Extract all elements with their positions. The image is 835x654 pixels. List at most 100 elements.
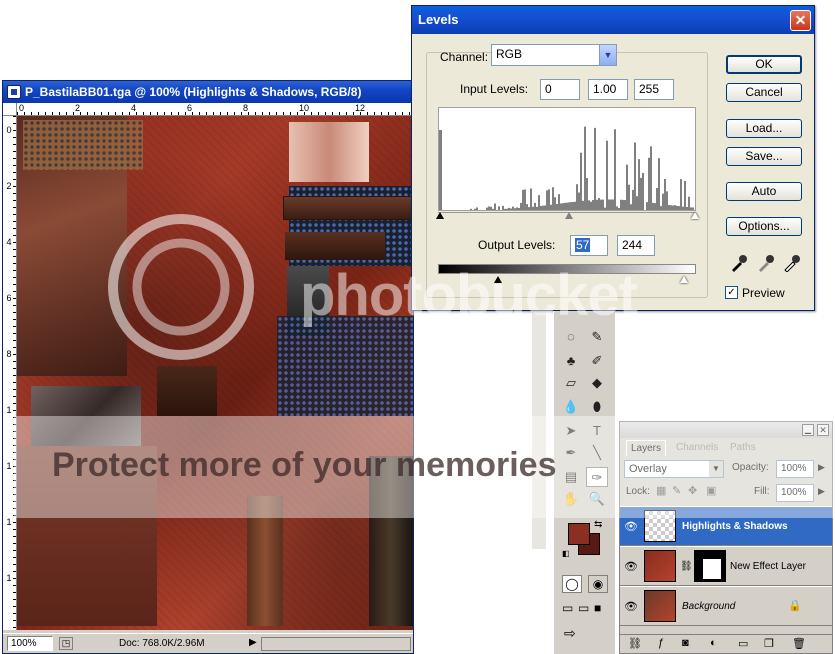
stamp-tool-icon[interactable]: ♣: [560, 351, 582, 371]
lasso-tool-icon[interactable]: ◌: [560, 327, 582, 347]
lock-all-icon[interactable]: ▣: [706, 484, 716, 497]
black-eyedropper-icon[interactable]: [730, 254, 748, 272]
eraser-tool-icon[interactable]: ▱: [560, 373, 582, 393]
chevron-down-icon[interactable]: ▼: [709, 461, 723, 477]
layer-mask-thumbnail[interactable]: [694, 550, 726, 582]
channel-select[interactable]: RGB ▼: [491, 44, 617, 66]
status-arrow-icon[interactable]: ▶: [249, 637, 257, 648]
visibility-eye-icon[interactable]: 👁: [624, 560, 638, 573]
zoom-tool-icon[interactable]: 🔍: [586, 489, 608, 509]
layers-palette-header[interactable]: ▁ ✕: [620, 422, 832, 438]
ruler-vertical[interactable]: 0 2 4 6 8 1 1 1 1: [3, 116, 17, 630]
layer-thumbnail: [644, 550, 676, 582]
input-black-field[interactable]: 0: [540, 79, 580, 100]
blend-mode-select[interactable]: Overlay ▼: [624, 460, 724, 478]
foreground-color-swatch[interactable]: [568, 523, 590, 545]
chain-link-icon[interactable]: ⛓: [680, 561, 693, 572]
lock-position-icon[interactable]: ✥: [688, 484, 697, 497]
gray-eyedropper-icon[interactable]: [757, 254, 775, 272]
screen-mode-menubar-icon[interactable]: ▭: [578, 601, 589, 615]
minimize-icon[interactable]: ▁: [802, 424, 814, 436]
ruler-horizontal[interactable]: 0 2 4 6 8 10 12: [17, 103, 413, 116]
output-white-field[interactable]: 244: [617, 235, 655, 256]
auto-button[interactable]: Auto: [726, 182, 802, 201]
new-layer-icon[interactable]: ❐: [764, 637, 774, 650]
document-title-bar[interactable]: P_BastilaBB01.tga @ 100% (Highlights & S…: [3, 81, 413, 103]
notes-tool-icon[interactable]: ▤: [560, 467, 582, 487]
ruler-tick-label: 1: [6, 405, 12, 415]
screen-mode-full-icon[interactable]: ■: [594, 601, 601, 615]
input-black-slider[interactable]: [436, 212, 444, 219]
layer-row[interactable]: 👁 Background 🔒: [620, 586, 832, 626]
visibility-eye-icon[interactable]: 👁: [624, 600, 638, 613]
zoom-field[interactable]: 100%: [7, 636, 53, 651]
opacity-arrow-icon[interactable]: ▶: [818, 462, 825, 473]
link-layers-icon[interactable]: ⛓: [628, 637, 642, 650]
output-white-slider[interactable]: [680, 276, 688, 283]
standard-mode-icon[interactable]: ◯: [562, 575, 582, 593]
input-gamma-slider[interactable]: [565, 212, 573, 219]
new-group-icon[interactable]: ▭: [738, 637, 748, 650]
tab-layers[interactable]: Layers: [626, 440, 667, 456]
close-button[interactable]: ✕: [790, 10, 811, 31]
status-menu-icon[interactable]: ◳: [59, 637, 73, 650]
white-eyedropper-icon[interactable]: [783, 254, 801, 272]
save-button[interactable]: Save...: [726, 147, 802, 166]
horizontal-scrollbar[interactable]: [261, 637, 411, 651]
ruler-origin[interactable]: [3, 103, 17, 116]
cancel-button[interactable]: Cancel: [726, 83, 802, 102]
visibility-eye-icon[interactable]: 👁: [624, 520, 638, 533]
history-brush-icon[interactable]: ✐: [586, 351, 608, 371]
type-tool-icon[interactable]: T: [586, 421, 608, 441]
options-button[interactable]: Options...: [726, 217, 802, 236]
add-mask-icon[interactable]: ◙: [682, 637, 689, 649]
ruler-tick-label: 0: [19, 103, 25, 113]
bucket-tool-icon[interactable]: ◆: [586, 373, 608, 393]
fill-label: Fill:: [754, 486, 770, 497]
eyedropper-tool-icon[interactable]: ✑: [586, 467, 608, 487]
output-black-field[interactable]: 57: [570, 235, 608, 256]
chevron-down-icon[interactable]: ▼: [599, 45, 616, 65]
ruler-tick-label: 8: [243, 103, 249, 113]
levels-title: Levels: [418, 12, 459, 27]
tab-paths[interactable]: Paths: [726, 440, 760, 456]
layer-row[interactable]: 👁 Highlights & Shadows: [620, 506, 832, 546]
line-tool-icon[interactable]: ╲: [586, 443, 608, 463]
texture-region: [17, 446, 157, 626]
trash-icon[interactable]: 🗑: [792, 637, 806, 650]
image-canvas[interactable]: [17, 116, 413, 630]
input-gamma-field[interactable]: 1.00: [588, 79, 628, 100]
levels-title-bar[interactable]: Levels: [412, 6, 814, 34]
layer-thumbnail: [644, 590, 676, 622]
default-colors-icon[interactable]: ◧: [562, 549, 570, 558]
screen-mode-standard-icon[interactable]: ▭: [562, 601, 573, 615]
preview-checkbox[interactable]: ✓: [725, 286, 738, 299]
lock-transparency-icon[interactable]: ▦: [656, 484, 666, 497]
path-select-icon[interactable]: ➤: [560, 421, 582, 441]
adjustment-layer-icon[interactable]: ◐: [710, 637, 717, 649]
dodge-tool-icon[interactable]: ⬮: [586, 397, 608, 417]
tab-channels[interactable]: Channels: [672, 440, 722, 456]
quick-mask-icon[interactable]: ◉: [588, 575, 608, 593]
input-white-field[interactable]: 255: [634, 79, 674, 100]
ok-button[interactable]: OK: [726, 55, 802, 74]
load-button[interactable]: Load...: [726, 119, 802, 138]
jump-to-imageready-icon[interactable]: ⇨: [564, 625, 576, 642]
opacity-field[interactable]: 100%: [776, 460, 814, 478]
hand-tool-icon[interactable]: ✋: [560, 489, 582, 509]
swap-colors-icon[interactable]: ⇆: [594, 519, 602, 530]
lock-pixels-icon[interactable]: ✎: [672, 484, 681, 497]
blur-tool-icon[interactable]: 💧: [560, 397, 582, 417]
document-window[interactable]: P_BastilaBB01.tga @ 100% (Highlights & S…: [2, 80, 414, 654]
output-black-slider[interactable]: [494, 276, 502, 283]
close-icon[interactable]: ✕: [817, 424, 829, 436]
pen-tool-icon[interactable]: ✒: [560, 443, 582, 463]
layer-style-icon[interactable]: ƒ: [658, 637, 664, 649]
fill-arrow-icon[interactable]: ▶: [818, 486, 825, 497]
brush-tool-icon[interactable]: ✎: [586, 327, 608, 347]
channel-value: RGB: [496, 47, 523, 61]
lock-icon: 🔒: [788, 600, 802, 612]
fill-field[interactable]: 100%: [776, 484, 814, 502]
layer-row[interactable]: 👁 ⛓ New Effect Layer: [620, 546, 832, 586]
input-white-slider[interactable]: [691, 212, 699, 219]
